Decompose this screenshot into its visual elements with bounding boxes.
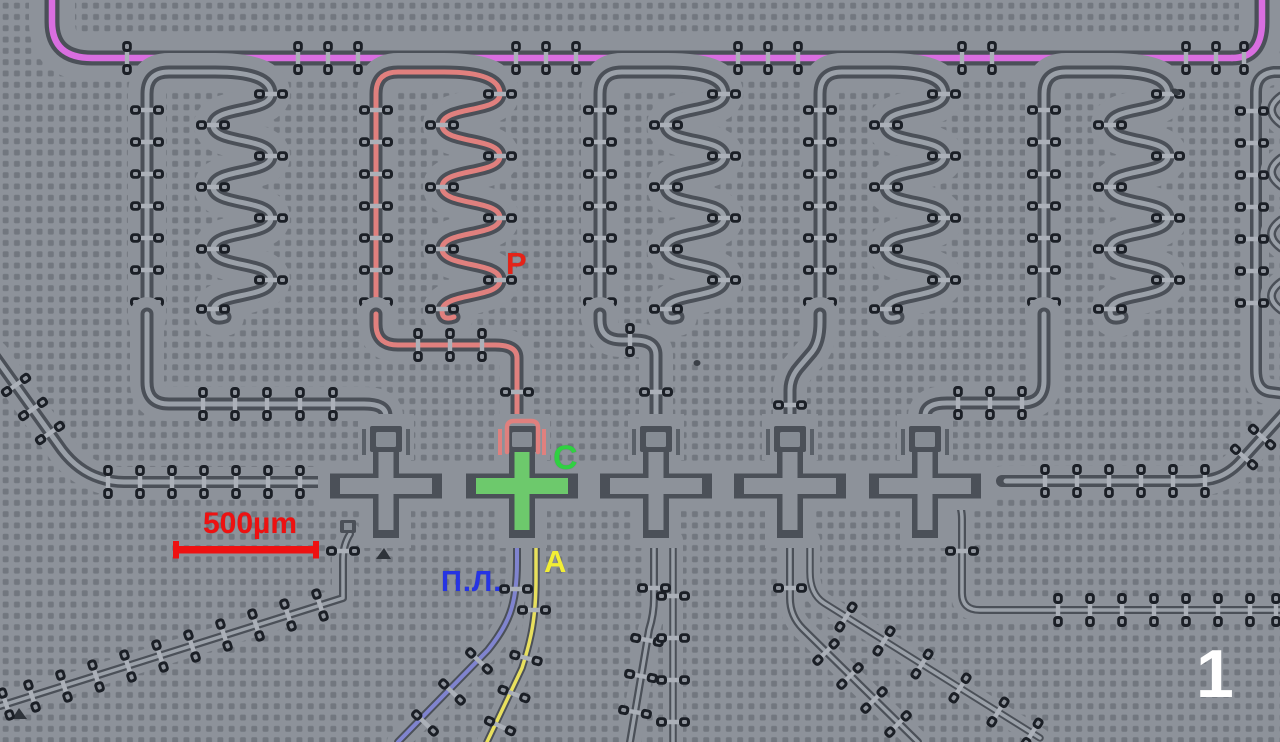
label-resonator: P xyxy=(506,248,528,279)
label-flux-line: П.Л. xyxy=(441,568,502,597)
chip-drawing xyxy=(0,0,1280,742)
debris-particle xyxy=(694,360,701,366)
scale-bar-label: 500µm xyxy=(203,509,297,539)
label-qubit: C xyxy=(553,441,579,475)
figure-number: 1 xyxy=(1196,640,1235,708)
chip-micrograph: P C A П.Л. 500µm 1 xyxy=(0,0,1280,742)
label-antenna: A xyxy=(544,546,567,577)
